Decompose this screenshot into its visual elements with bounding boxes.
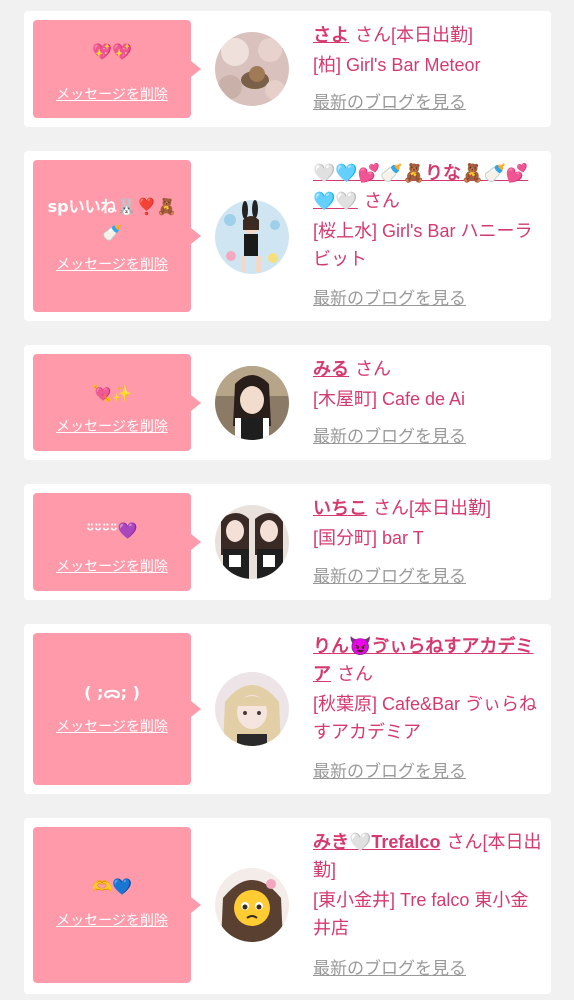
avatar[interactable] [215,366,289,440]
shop-name: [木屋町] Cafe de Ai [313,389,466,409]
cast-info: 🤍🩵💕🍼🧸りな🧸🍼💕🩵🤍 さん [桜上水] Girl's Bar ハニーラビット [313,159,545,273]
avatar[interactable] [215,505,289,579]
cast-name-link[interactable]: さよ [313,25,349,45]
message-bubble: spいいね🐰❣️🧸🍼 メッセージを削除 [33,160,201,312]
latest-blog-link[interactable]: 最新のブログを見る [313,91,466,115]
delete-message-link[interactable]: メッセージを削除 [33,85,191,105]
latest-blog-link[interactable]: 最新のブログを見る [313,957,466,981]
blonde-girl-avatar [215,672,289,746]
message-card: 💖💖 メッセージを削除 さよ さん[本日出勤] [柏] Girl's Bar Me… [24,11,551,127]
message-text: 🫶💙 [92,877,132,896]
cast-name-link[interactable]: 🤍🩵💕🍼🧸りな🧸🍼💕🩵🤍 [313,163,528,211]
message-text: ( ;ᯅ; ) [84,683,140,702]
delete-message-link[interactable]: メッセージを削除 [33,255,191,275]
latest-blog-link[interactable]: 最新のブログを見る [313,565,466,589]
cast-info: みる さん [木屋町] Cafe de Ai [313,355,545,413]
shop-name: [秋葉原] Cafe&Bar ゔぃらねすアカデミア [313,694,538,742]
shop-name: [東小金井] Tre falco 東小金井店 [313,890,529,938]
emoji-face-avatar [215,868,289,942]
shop-name: [柏] Girl's Bar Meteor [313,55,481,75]
bunny-girl-avatar [215,200,289,274]
delete-message-link[interactable]: メッセージを削除 [33,717,191,737]
message-card: 🫶💙 メッセージを削除 みき🤍Trefalco さん[本日出勤] [東小金井] T… [24,818,551,994]
cast-name-link[interactable]: みき🤍Trefalco [313,832,440,852]
delete-message-link[interactable]: メッセージを削除 [33,911,191,931]
latest-blog-link[interactable]: 最新のブログを見る [313,760,466,784]
message-bubble: 🫶💙 メッセージを削除 [33,827,201,983]
cast-info: みき🤍Trefalco さん[本日出勤] [東小金井] Tre falco 東小金… [313,828,545,942]
message-bubble: ᵕ̈ᵕ̈ᵕ̈ᵕ̈💜 メッセージを削除 [33,493,201,591]
cast-suffix: さん[本日出勤] [373,498,492,518]
cast-suffix: さん[本日出勤] [355,25,474,45]
cast-info: さよ さん[本日出勤] [柏] Girl's Bar Meteor [313,21,545,79]
delete-message-link[interactable]: メッセージを削除 [33,557,191,577]
message-card: ( ;ᯅ; ) メッセージを削除 りん😈ゔぃらねすアカデミア さん [秋葉原] C… [24,624,551,794]
cast-name-link[interactable]: いちこ [313,498,367,518]
avatar[interactable] [215,868,289,942]
cast-suffix: さん [355,359,391,379]
avatar[interactable] [215,32,289,106]
cast-info: いちこ さん[本日出勤] [国分町] bar T [313,494,545,552]
snail-photo-avatar [215,32,289,106]
message-text: spいいね🐰❣️🧸🍼 [47,197,177,242]
message-card: 💘✨ メッセージを削除 みる さん [木屋町] Cafe de Ai 最新のブログ… [24,345,551,460]
message-bubble: ( ;ᯅ; ) メッセージを削除 [33,633,201,785]
message-card: spいいね🐰❣️🧸🍼 メッセージを削除 🤍🩵💕🍼🧸りな🧸🍼💕🩵🤍 さん [桜上水]… [24,151,551,321]
cast-name-link[interactable]: みる [313,359,349,379]
maid-photo-avatar [215,505,289,579]
message-text: ᵕ̈ᵕ̈ᵕ̈ᵕ̈💜 [86,521,138,540]
message-bubble: 💖💖 メッセージを削除 [33,20,201,118]
shop-name: [国分町] bar T [313,528,424,548]
avatar[interactable] [215,672,289,746]
shop-name: [桜上水] Girl's Bar ハニーラビット [313,221,533,269]
girl-photo-avatar [215,366,289,440]
delete-message-link[interactable]: メッセージを削除 [33,417,191,437]
latest-blog-link[interactable]: 最新のブログを見る [313,287,466,311]
cast-suffix: さん [337,664,373,684]
message-card: ᵕ̈ᵕ̈ᵕ̈ᵕ̈💜 メッセージを削除 いちこ さん[本日出勤] [国分町] bar… [24,484,551,600]
message-bubble: 💘✨ メッセージを削除 [33,354,201,451]
avatar[interactable] [215,200,289,274]
message-text: 💘✨ [92,384,132,403]
cast-suffix: さん [363,191,400,211]
cast-info: りん😈ゔぃらねすアカデミア さん [秋葉原] Cafe&Bar ゔぃらねすアカデミ… [313,632,545,746]
message-text: 💖💖 [92,42,132,61]
latest-blog-link[interactable]: 最新のブログを見る [313,425,466,449]
